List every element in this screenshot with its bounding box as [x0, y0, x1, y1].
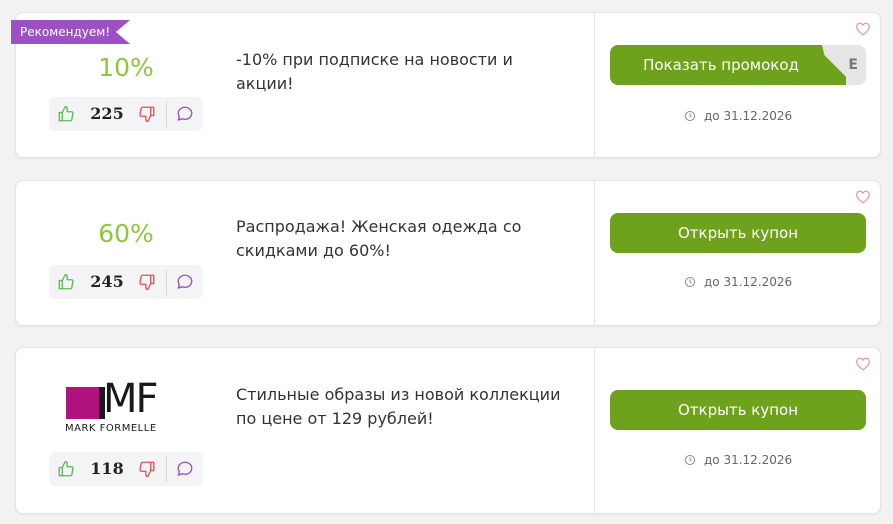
coupon-card: 60% 245 Распродажа! Женская одежда со ск… [15, 180, 881, 326]
heart-icon[interactable] [855, 357, 871, 371]
vote-divider [166, 456, 167, 482]
vote-count: 225 [90, 104, 124, 123]
vote-panel: 245 [49, 265, 203, 299]
logo-mark: MF [103, 376, 159, 422]
coupon-description: Распродажа! Женская одежда со скидками д… [236, 217, 522, 260]
expiry-date: до 31.12.2026 [684, 108, 792, 124]
expiry-text: до 31.12.2026 [704, 275, 793, 289]
logo-wordmark: MARK FORMELLE [65, 423, 157, 434]
expiry-date: до 31.12.2026 [684, 274, 792, 290]
card-divider [594, 348, 595, 513]
comment-icon[interactable] [176, 273, 194, 291]
recommended-badge: Рекомендуем! [11, 20, 131, 44]
heart-icon[interactable] [855, 22, 871, 36]
comment-icon[interactable] [176, 105, 194, 123]
clock-icon [685, 455, 695, 465]
card-divider [594, 13, 595, 157]
coupon-card: Рекомендуем! 10% 225 -10% при подписке н… [11, 12, 881, 158]
thumbs-up-icon[interactable] [57, 105, 75, 123]
open-coupon-button[interactable]: Открыть купон [610, 213, 866, 253]
vote-panel: 118 [49, 452, 203, 486]
discount-value: 10% [98, 53, 154, 82]
thumbs-down-icon[interactable] [138, 273, 156, 291]
clock-icon [685, 277, 695, 287]
vote-count: 118 [90, 459, 124, 478]
card-divider [594, 181, 595, 325]
thumbs-up-icon[interactable] [57, 273, 75, 291]
coupon-description: -10% при подписке на новости и акции! [236, 50, 513, 93]
expiry-date: до 31.12.2026 [684, 452, 792, 468]
coupon-card: MF MARK FORMELLE 118 Стильные образы из … [15, 347, 881, 514]
vote-divider [166, 101, 167, 127]
discount-value: 60% [98, 219, 154, 248]
vote-count: 245 [90, 272, 124, 291]
expiry-text: до 31.12.2026 [704, 453, 793, 467]
thumbs-down-icon[interactable] [138, 105, 156, 123]
open-coupon-button[interactable]: Открыть купон [610, 390, 866, 430]
vote-panel: 225 [49, 97, 203, 131]
comment-icon[interactable] [176, 460, 194, 478]
thumbs-up-icon[interactable] [57, 460, 75, 478]
coupon-description: Стильные образы из новой коллекции по це… [236, 385, 561, 428]
show-promocode-button[interactable]: Показать промокод [610, 45, 832, 85]
logo-square [66, 387, 99, 419]
expiry-text: до 31.12.2026 [704, 109, 793, 123]
mark-formelle-logo: MF MARK FORMELLE [64, 379, 190, 437]
clock-icon [685, 111, 695, 121]
thumbs-down-icon[interactable] [138, 460, 156, 478]
vote-divider [166, 269, 167, 295]
heart-icon[interactable] [855, 190, 871, 204]
